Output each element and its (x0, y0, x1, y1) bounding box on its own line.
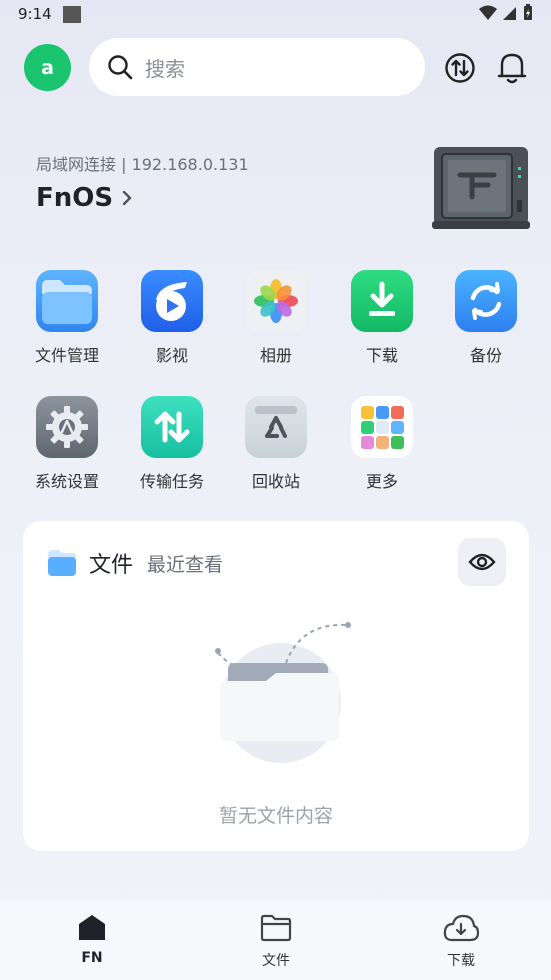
home-icon (79, 915, 105, 940)
app-file-manager[interactable]: 文件管理 (17, 270, 117, 366)
nav-download[interactable]: 下载 (421, 914, 501, 970)
nav-label: 下载 (447, 953, 475, 969)
connection-info: 局域网连接 | 192.168.0.131 (36, 155, 249, 174)
eye-icon (468, 553, 496, 571)
nav-label: FN (81, 950, 103, 966)
search-placeholder: 搜索 (145, 56, 185, 81)
server-info[interactable]: 局域网连接 | 192.168.0.131 FnOS (0, 145, 551, 235)
app-more[interactable]: 更多 (332, 396, 432, 492)
chevron-right-icon (122, 190, 132, 206)
wifi-icon (479, 5, 497, 20)
app-backup[interactable]: 备份 (436, 270, 536, 366)
transfer-icon (141, 396, 203, 458)
app-label: 回收站 (251, 472, 300, 491)
app-settings[interactable]: 系统设置 (17, 396, 117, 492)
nav-label: 文件 (262, 953, 290, 969)
app-label: 更多 (365, 472, 398, 491)
app-transfer-tasks[interactable]: 传输任务 (122, 396, 222, 492)
app-label: 备份 (469, 346, 502, 365)
notifications-button[interactable] (492, 48, 532, 88)
avatar[interactable]: a (24, 44, 71, 91)
recycle-bin-icon (245, 396, 307, 458)
app-video[interactable]: 影视 (122, 270, 222, 366)
empty-state-text: 暂无文件内容 (218, 805, 333, 827)
status-time: 9:14 (18, 5, 52, 23)
folder-icon (36, 270, 98, 332)
download-icon (351, 270, 413, 332)
card-header: 文件 最近查看 (47, 547, 223, 579)
nav-files[interactable]: 文件 (236, 914, 316, 970)
status-bar: 9:14 (0, 0, 551, 30)
server-name[interactable]: FnOS (36, 183, 133, 213)
search-bar[interactable]: 搜索 (89, 38, 425, 96)
server-name-label: FnOS (36, 183, 114, 213)
search-icon (108, 55, 133, 80)
app-label: 文件管理 (34, 346, 99, 365)
signal-icon (503, 6, 516, 20)
folder-outline-icon (260, 914, 292, 942)
app-label: 下载 (365, 346, 398, 365)
sync-button[interactable] (440, 48, 480, 88)
visibility-button[interactable] (458, 538, 506, 586)
sync-icon (445, 53, 475, 83)
photos-icon (245, 270, 307, 332)
app-label: 系统设置 (34, 472, 99, 491)
nas-device-icon (432, 147, 530, 229)
nav-home[interactable]: FN (52, 914, 132, 966)
app-recycle-bin[interactable]: 回收站 (226, 396, 326, 492)
cloud-download-icon (443, 914, 480, 942)
backup-icon (455, 270, 517, 332)
app-label: 相册 (259, 346, 292, 365)
app-label: 影视 (155, 346, 188, 365)
app-photos[interactable]: 相册 (226, 270, 326, 366)
avatar-letter: a (41, 56, 54, 79)
film-icon (141, 270, 203, 332)
notification-icon (63, 6, 81, 23)
card-subtitle: 最近查看 (147, 553, 224, 576)
app-label: 传输任务 (139, 472, 204, 491)
app-download[interactable]: 下载 (332, 270, 432, 366)
bottom-nav: FN 文件 下载 (0, 900, 551, 980)
recent-files-card: 文件 最近查看 暂无文件内容 (23, 521, 529, 851)
battery-icon (524, 4, 532, 20)
top-bar: a 搜索 (0, 38, 551, 98)
settings-icon (36, 396, 98, 458)
bell-icon (497, 53, 527, 84)
card-title: 文件 (89, 553, 134, 578)
more-apps-icon (351, 396, 413, 458)
empty-folder-illustration (215, 622, 351, 763)
folder-icon (48, 550, 76, 576)
